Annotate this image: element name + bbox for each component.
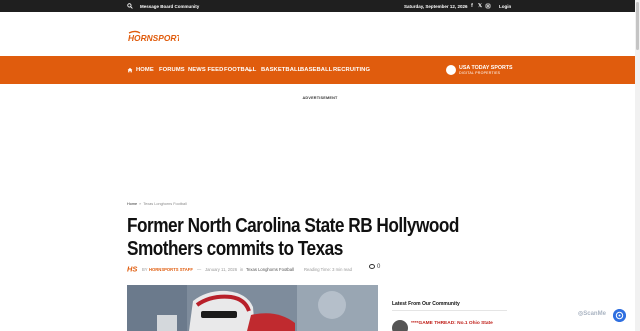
sidebar-title: Latest From Our Community	[392, 301, 460, 307]
search-icon[interactable]	[127, 3, 133, 9]
nav-item-news-feed[interactable]: NEWS FEED	[188, 67, 223, 73]
scan-button[interactable]	[613, 309, 626, 322]
nav-item-recruiting[interactable]: RECRUITING	[333, 67, 370, 73]
chevron-down-icon	[248, 68, 252, 72]
scan-badge-text: ScanMe	[583, 311, 606, 317]
by-label: BY	[142, 266, 148, 272]
scan-badge-label: ◎ScanMe	[578, 310, 614, 319]
article-headline: Former North Carolina State RB Hollywood…	[127, 214, 459, 260]
category-link[interactable]: Texas Longhorns Football	[246, 267, 294, 272]
sidebar-divider	[392, 310, 507, 311]
author-avatar[interactable]: HS	[127, 264, 138, 274]
usa-today-logo-icon	[446, 65, 456, 75]
comments-count[interactable]: 0	[369, 264, 380, 270]
breadcrumb-category[interactable]: Texas Longhorns Football	[143, 202, 186, 206]
home-icon[interactable]	[127, 67, 133, 73]
scrollbar-thumb[interactable]	[636, 2, 639, 50]
current-date: Saturday, September 12, 2026	[404, 3, 468, 9]
page: Message Board Community Saturday, Septem…	[0, 0, 640, 331]
nav-item-baseball[interactable]: BASEBALL	[300, 67, 332, 73]
sidebar-item-link[interactable]: ****GAME THREAD: No.1 Ohio State	[411, 321, 493, 326]
reading-time: Reading Time: 3 min read	[304, 266, 352, 272]
nav-item-basketball[interactable]: BASKETBALL	[261, 67, 301, 73]
article-meta: HS BY HORNSPORTS STAFF — January 11, 202…	[127, 264, 387, 274]
comment-icon	[369, 264, 375, 269]
breadcrumb-separator: »	[139, 202, 142, 206]
featured-image	[127, 285, 378, 331]
main-nav: HOME FORUMS NEWS FEED FOOTBALL BASKETBAL…	[0, 56, 640, 84]
publish-date: January 11, 2026	[205, 266, 238, 272]
partner-subtitle: DIGITAL PROPERTIES	[459, 71, 501, 75]
login-link[interactable]: Login	[499, 4, 511, 9]
in-label: in	[240, 266, 244, 272]
instagram-icon[interactable]	[485, 3, 491, 9]
breadcrumb: Home» Texas Longhorns Football	[127, 202, 187, 206]
nav-item-forums[interactable]: FORUMS	[159, 67, 185, 73]
nav-item-home[interactable]: HOME	[136, 67, 154, 73]
svg-text:HORNSPORTS: HORNSPORTS	[128, 33, 179, 43]
facebook-icon[interactable]: f	[469, 3, 475, 9]
x-icon[interactable]: 𝕏	[477, 3, 483, 9]
advertisement-label: ADVERTISEMENT	[302, 96, 338, 100]
sidebar-item-thumbnail[interactable]	[392, 320, 408, 331]
message-board-link[interactable]: Message Board Community	[140, 4, 199, 9]
hornsports-logo[interactable]: HORNSPORTS	[127, 30, 179, 44]
breadcrumb-home[interactable]: Home	[127, 202, 137, 206]
meta-dash: —	[197, 266, 202, 272]
comments-number: 0	[377, 264, 381, 271]
author-link[interactable]: HORNSPORTS STAFF	[149, 267, 193, 272]
svg-text:HS: HS	[127, 265, 137, 274]
top-bar: Message Board Community Saturday, Septem…	[0, 0, 640, 12]
